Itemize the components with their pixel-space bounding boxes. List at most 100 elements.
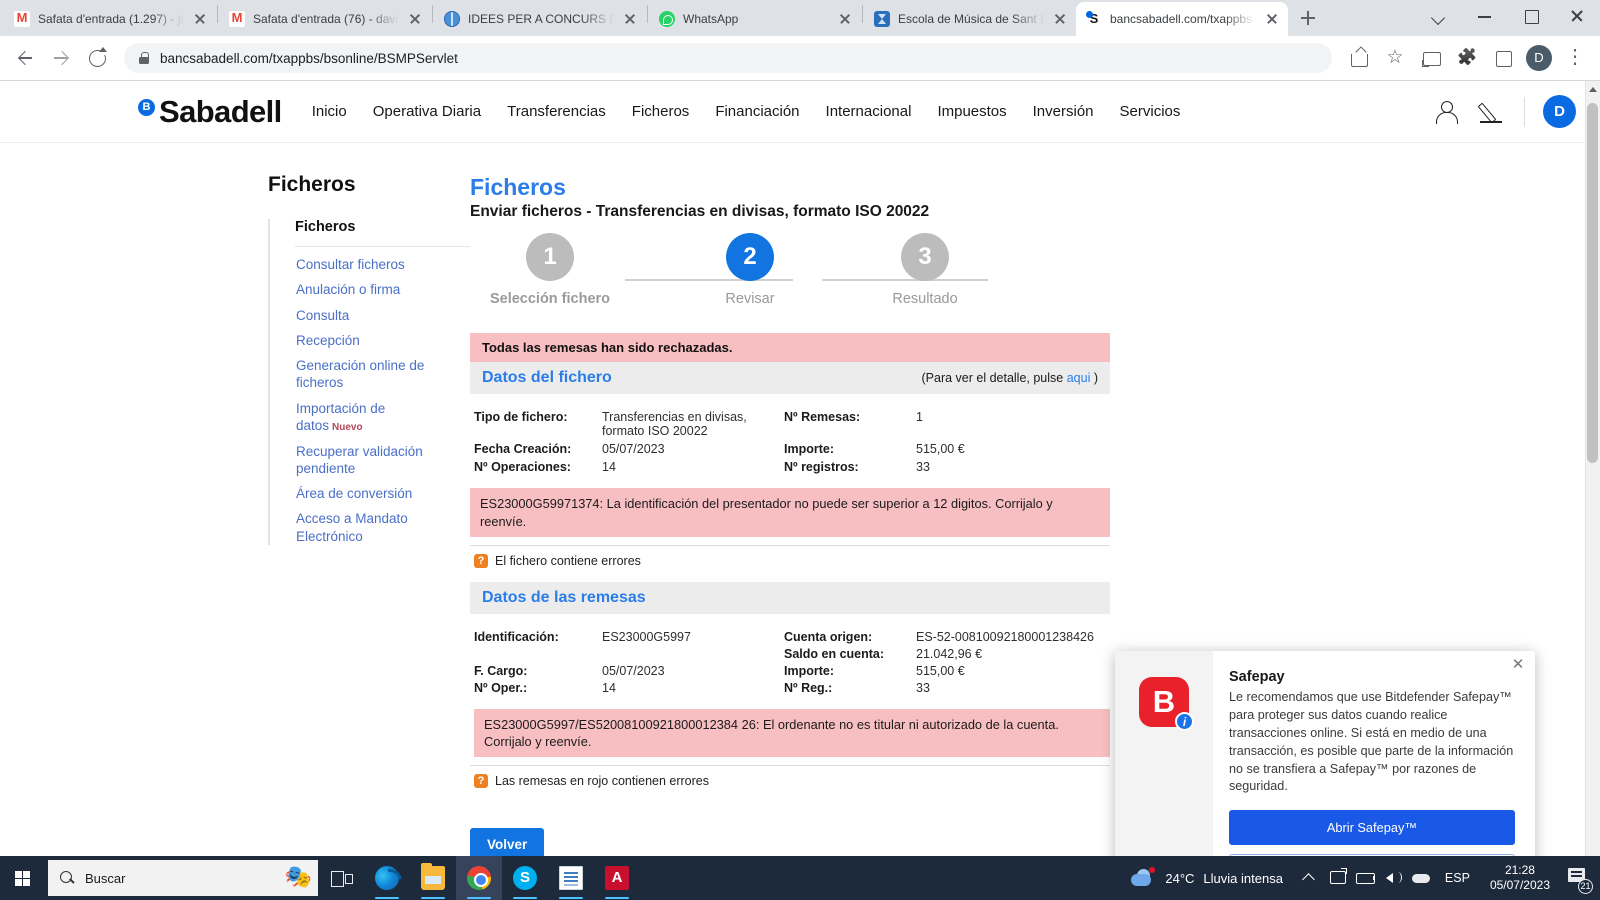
extensions-icon[interactable] bbox=[1450, 41, 1484, 75]
address-bar[interactable]: bancsabadell.com/txappbs/bsonline/BSMPSe… bbox=[124, 43, 1332, 73]
user-icon[interactable] bbox=[1432, 98, 1460, 126]
onedrive-icon[interactable] bbox=[1407, 856, 1435, 900]
sidebar-item-consultar-ficheros[interactable]: Consultar ficheros bbox=[296, 256, 436, 273]
field-value: Transferencias en divisas, formato ISO 2… bbox=[602, 410, 784, 438]
chrome-menu-icon[interactable] bbox=[1558, 41, 1592, 75]
cast-icon[interactable] bbox=[1414, 41, 1448, 75]
profile-avatar[interactable] bbox=[1526, 45, 1552, 71]
close-icon[interactable] bbox=[622, 11, 638, 27]
taskbar-app-word[interactable] bbox=[548, 856, 594, 900]
open-safepay-button[interactable]: Abrir Safepay™ bbox=[1229, 810, 1515, 845]
tab-title: Safata d'entrada (76) - davi bbox=[253, 12, 399, 26]
detail-hint: (Para ver el detalle, pulse aqui ) bbox=[922, 371, 1099, 385]
sabadell-icon bbox=[1086, 11, 1102, 27]
sidebar-item-generacion-online[interactable]: Generación online de ficheros bbox=[296, 357, 436, 392]
step-1[interactable]: 1 Selección fichero bbox=[470, 233, 630, 307]
detail-link[interactable]: aqui bbox=[1067, 371, 1091, 385]
sidebar-item-anulacion-o-firma[interactable]: Anulación o firma bbox=[296, 281, 436, 298]
close-icon[interactable] bbox=[1264, 11, 1280, 27]
volume-icon[interactable] bbox=[1379, 856, 1407, 900]
field-value: ES-52-00810092180001238426 bbox=[916, 630, 1106, 644]
battery-icon[interactable] bbox=[1351, 856, 1379, 900]
minimize-icon[interactable] bbox=[1462, 0, 1508, 32]
nav-item-transferencias[interactable]: Transferencias bbox=[507, 103, 606, 120]
nav-item-internacional[interactable]: Internacional bbox=[826, 103, 912, 120]
tab-search-icon[interactable] bbox=[1416, 0, 1462, 32]
browser-tab[interactable]: IDEES PER A CONCURS DE bbox=[434, 2, 646, 36]
show-hidden-icons-icon[interactable] bbox=[1295, 856, 1323, 900]
taskbar-app-acrobat[interactable] bbox=[594, 856, 640, 900]
scrollbar-thumb[interactable] bbox=[1587, 103, 1598, 463]
sidebar-section-header: Ficheros bbox=[295, 219, 470, 247]
taskbar-app-explorer[interactable] bbox=[410, 856, 456, 900]
rain-cloud-icon bbox=[1130, 867, 1156, 889]
scroll-up-icon[interactable] bbox=[1589, 87, 1597, 92]
step-3[interactable]: 3 Resultado bbox=[845, 233, 1005, 307]
pencil-icon[interactable] bbox=[1478, 98, 1506, 126]
tab-title: IDEES PER A CONCURS DE bbox=[468, 12, 614, 26]
nav-item-impuestos[interactable]: Impuestos bbox=[937, 103, 1006, 120]
share-icon[interactable] bbox=[1342, 41, 1376, 75]
sidebar-item-mandato-electronico[interactable]: Acceso a Mandato Electrónico bbox=[296, 510, 436, 545]
start-button[interactable] bbox=[0, 856, 48, 900]
maximize-icon[interactable] bbox=[1508, 0, 1554, 32]
nav-item-operativa-diaria[interactable]: Operativa Diaria bbox=[373, 103, 481, 120]
nav-item-servicios[interactable]: Servicios bbox=[1120, 103, 1181, 120]
close-icon[interactable] bbox=[1052, 11, 1068, 27]
bookmark-star-icon[interactable] bbox=[1378, 41, 1412, 75]
close-icon[interactable] bbox=[192, 11, 208, 27]
search-input[interactable]: Buscar 🎭 bbox=[48, 860, 318, 896]
browser-tab[interactable]: Escola de Música de Sant P bbox=[864, 2, 1076, 36]
browser-tab-active[interactable]: bancsabadell.com/txappbs bbox=[1076, 2, 1288, 36]
nav-item-inicio[interactable]: Inicio bbox=[312, 103, 347, 120]
avatar[interactable]: D bbox=[1543, 95, 1576, 128]
browser-tab[interactable]: Safata d'entrada (76) - davi bbox=[219, 2, 431, 36]
close-icon[interactable]: ✕ bbox=[1510, 657, 1526, 673]
nav-item-financiacion[interactable]: Financiación bbox=[715, 103, 799, 120]
field-value: 14 bbox=[602, 460, 784, 474]
step-2[interactable]: 2 Revisar bbox=[670, 233, 830, 307]
back-icon[interactable] bbox=[8, 41, 42, 75]
clock[interactable]: 21:28 05/07/2023 bbox=[1480, 863, 1560, 894]
step-number: 1 bbox=[526, 233, 574, 281]
sidebar-item-area-de-conversion[interactable]: Área de conversión bbox=[296, 485, 436, 502]
search-icon bbox=[60, 871, 75, 886]
main-content: Ficheros Enviar ficheros - Transferencia… bbox=[470, 173, 1110, 861]
new-tab-button[interactable] bbox=[1294, 4, 1322, 32]
close-icon[interactable] bbox=[837, 11, 853, 27]
display-icon[interactable] bbox=[1323, 856, 1351, 900]
language-indicator[interactable]: ESP bbox=[1435, 871, 1480, 885]
taskbar-app-skype[interactable] bbox=[502, 856, 548, 900]
music-school-icon bbox=[874, 11, 890, 27]
sidebar-item-recuperar-validacion[interactable]: Recuperar validación pendiente bbox=[296, 443, 436, 478]
sidebar-item-importacion-de-datos[interactable]: Importación de datosNuevo bbox=[296, 400, 436, 435]
forward-icon[interactable] bbox=[44, 41, 78, 75]
field-key: Saldo en cuenta: bbox=[784, 647, 916, 661]
window-close-icon[interactable] bbox=[1554, 0, 1600, 32]
sidebar-item-consulta[interactable]: Consulta bbox=[296, 307, 436, 324]
tab-divider bbox=[217, 5, 218, 23]
safepay-popup: B i ✕ Safepay Le recomendamos que use Bi… bbox=[1115, 651, 1535, 878]
page-title: Ficheros bbox=[268, 173, 470, 197]
task-view-button[interactable] bbox=[318, 856, 364, 900]
safepay-description: Le recomendamos que use Bitdefender Safe… bbox=[1229, 689, 1515, 796]
sidebar-item-recepcion[interactable]: Recepción bbox=[296, 332, 436, 349]
reload-icon[interactable] bbox=[80, 41, 114, 75]
close-icon[interactable] bbox=[407, 11, 423, 27]
field-value: 14 bbox=[602, 681, 784, 695]
sidebar-nav: Ficheros Consultar ficheros Anulación o … bbox=[268, 219, 470, 545]
browser-tab[interactable]: Safata d'entrada (1.297) - jn bbox=[4, 2, 216, 36]
weather-widget[interactable]: 24°C Lluvia intensa bbox=[1118, 867, 1295, 889]
browser-tab[interactable]: WhatsApp bbox=[649, 2, 861, 36]
taskbar-app-chrome[interactable] bbox=[456, 856, 502, 900]
sabadell-logo[interactable]: B Sabadell bbox=[138, 94, 282, 130]
globe-icon bbox=[444, 11, 460, 27]
field-key: Cuenta origen: bbox=[784, 630, 916, 644]
nav-item-inversion[interactable]: Inversión bbox=[1033, 103, 1094, 120]
page-scrollbar[interactable] bbox=[1585, 81, 1600, 878]
side-panel-icon[interactable] bbox=[1486, 41, 1520, 75]
notification-center-button[interactable]: 21 bbox=[1560, 856, 1594, 900]
nav-item-ficheros[interactable]: Ficheros bbox=[632, 103, 690, 120]
lock-icon bbox=[138, 51, 150, 65]
taskbar-app-edge[interactable] bbox=[364, 856, 410, 900]
